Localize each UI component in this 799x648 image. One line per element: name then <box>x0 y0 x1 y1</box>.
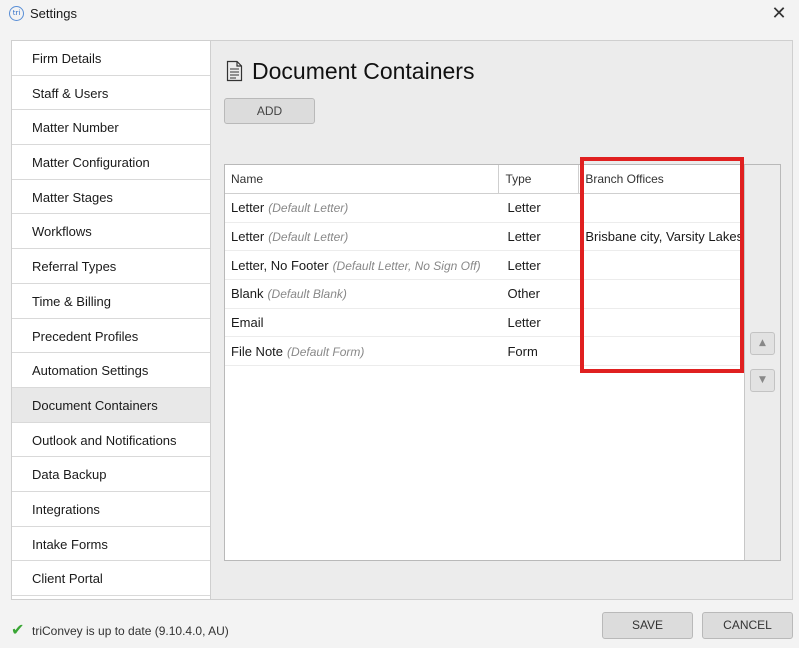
document-icon <box>226 60 243 82</box>
cell-name: Email <box>225 315 499 330</box>
table-grid: Name Type Branch Offices Letter (Default … <box>225 165 745 560</box>
container-name: File Note <box>231 343 284 359</box>
move-up-button[interactable]: ▲ <box>750 332 775 355</box>
settings-sidebar: Firm Details Staff & Users Matter Number… <box>12 41 211 599</box>
table-header: Name Type Branch Offices <box>225 165 744 194</box>
add-button[interactable]: ADD <box>224 98 315 124</box>
sidebar-item-firm-details[interactable]: Firm Details <box>12 41 210 76</box>
sidebar-item-outlook-notifications[interactable]: Outlook and Notifications <box>12 423 210 458</box>
cell-type: Letter <box>507 200 541 216</box>
cell-type: Letter <box>507 315 541 331</box>
cell-name: Letter (Default Letter) <box>225 229 499 244</box>
sidebar-item-workflows[interactable]: Workflows <box>12 214 210 250</box>
sidebar-item-client-portal[interactable]: Client Portal <box>12 561 210 596</box>
update-status-text: triConvey is up to date (9.10.4.0, AU) <box>32 624 229 638</box>
sidebar-item-matter-configuration[interactable]: Matter Configuration <box>12 145 210 180</box>
cell-name: Letter (Default Letter) <box>225 200 499 215</box>
table-row[interactable]: Letter (Default Letter) Letter <box>225 194 744 223</box>
sidebar-item-staff-users[interactable]: Staff & Users <box>12 76 210 111</box>
settings-panel: Firm Details Staff & Users Matter Number… <box>11 40 793 600</box>
column-header-type[interactable]: Type <box>499 165 580 193</box>
default-tag: (Default Letter) <box>268 230 349 245</box>
container-name: Email <box>231 315 264 331</box>
close-icon[interactable]: ✕ <box>759 0 799 28</box>
sidebar-item-automation-settings[interactable]: Automation Settings <box>12 353 210 388</box>
app-logo-icon: tri <box>9 6 24 21</box>
move-down-button[interactable]: ▼ <box>750 369 775 392</box>
sidebar-item-referral-types[interactable]: Referral Types <box>12 249 210 284</box>
default-tag: (Default Letter) <box>268 201 349 216</box>
cell-name: Letter, No Footer (Default Letter, No Sig… <box>225 258 499 273</box>
cell-type: Form <box>507 343 538 359</box>
sidebar-item-time-billing[interactable]: Time & Billing <box>12 284 210 319</box>
sidebar-item-document-containers[interactable]: Document Containers <box>12 387 210 423</box>
table-row[interactable]: Blank (Default Blank) Other <box>225 280 744 309</box>
default-tag: (Default Blank) <box>267 287 347 302</box>
default-tag: (Default Form) <box>287 344 365 359</box>
cell-name: File Note (Default Form) <box>225 344 499 359</box>
cell-branch-offices: Brisbane city, Varsity Lakes <box>585 229 744 245</box>
table-row[interactable]: Letter (Default Letter) Letter Brisbane c… <box>225 223 744 252</box>
save-button[interactable]: SAVE <box>602 612 693 639</box>
container-name: Blank <box>231 286 264 302</box>
column-header-branch-offices[interactable]: Branch Offices <box>579 165 744 193</box>
sidebar-item-integrations[interactable]: Integrations <box>12 492 210 527</box>
cell-type: Letter <box>507 229 541 245</box>
cell-type: Letter <box>507 257 541 273</box>
cell-type: Other <box>507 286 540 302</box>
containers-table: Name Type Branch Offices Letter (Default … <box>224 164 781 561</box>
container-name: Letter <box>231 200 265 216</box>
table-row[interactable]: File Note (Default Form) Form <box>225 337 744 367</box>
check-icon: ✔ <box>11 620 25 639</box>
cell-name: Blank (Default Blank) <box>225 286 499 301</box>
window-title: Settings <box>30 6 77 21</box>
cancel-button[interactable]: CANCEL <box>702 612 793 639</box>
sidebar-item-precedent-profiles[interactable]: Precedent Profiles <box>12 319 210 354</box>
table-row[interactable]: Email Letter <box>225 309 744 338</box>
column-header-name[interactable]: Name <box>225 165 500 193</box>
sidebar-item-intake-forms[interactable]: Intake Forms <box>12 527 210 562</box>
page-title: Document Containers <box>252 58 475 84</box>
reorder-controls: ▲ ▼ <box>745 165 780 560</box>
title-bar: tri Settings ✕ <box>0 0 799 28</box>
table-row[interactable]: Letter, No Footer (Default Letter, No Sig… <box>225 251 744 281</box>
container-name: Letter <box>231 229 265 245</box>
default-tag: (Default Letter, No Sign Off) <box>332 258 481 273</box>
container-name: Letter, No Footer <box>231 257 329 273</box>
sidebar-item-data-backup[interactable]: Data Backup <box>12 457 210 492</box>
sidebar-item-matter-stages[interactable]: Matter Stages <box>12 180 210 215</box>
content-area: Document Containers ADD Name Type Branch… <box>211 41 792 599</box>
sidebar-item-matter-number[interactable]: Matter Number <box>12 110 210 146</box>
